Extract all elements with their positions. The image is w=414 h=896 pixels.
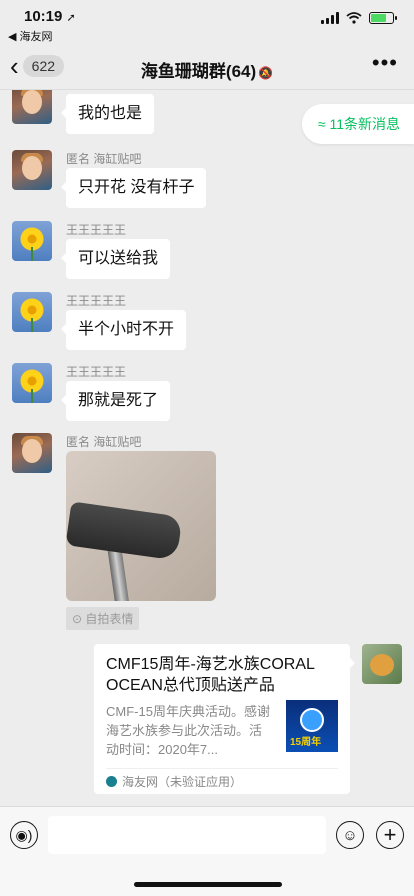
app-logo-icon (106, 776, 117, 787)
sender-name: 匿名 海缸贴吧 (66, 152, 142, 166)
source-label: 海友网（未验证应用） (122, 775, 243, 789)
new-messages-button[interactable]: ≈ 11条新消息 (301, 104, 414, 144)
sender-name: 王王王王王 (66, 294, 127, 308)
clock-text: 10:19 (24, 8, 63, 25)
message-text: 半个小时不开 (78, 321, 175, 338)
message-text: 只开花 没有杆子 (78, 179, 195, 196)
back-to-app-link[interactable]: ◀ 海友网 (8, 28, 53, 44)
message-list[interactable]: 我的也是 ≈ 11条新消息 匿名 海缸贴吧 只开花 没有杆子 王王王王王 可以送… (0, 90, 414, 806)
emoji-button[interactable]: ☺ (336, 821, 364, 849)
link-card-source: 海友网（未验证应用） (106, 768, 338, 790)
avatar[interactable] (12, 221, 52, 261)
status-bar: 10:19 ➚ ◀ 海友网 (0, 0, 414, 44)
new-messages-label: ≈ 11条新消息 (317, 116, 400, 132)
avatar[interactable] (12, 433, 52, 473)
avatar[interactable] (12, 90, 52, 124)
more-actions-button[interactable]: + (376, 821, 404, 849)
message-item: 匿名 海缸贴吧 ⊙ 自拍表情 (12, 433, 272, 633)
battery-fill (371, 14, 387, 22)
thumbnail-text: 15周年 (290, 737, 322, 748)
my-avatar[interactable] (362, 644, 402, 684)
chat-header: ‹ 622 海鱼珊瑚群(64) 🔕 ••• (0, 44, 414, 90)
location-arrow-icon: ➚ (66, 12, 76, 24)
group-name: 海鱼珊瑚群(64) (140, 62, 257, 81)
message-text: 那就是死了 (78, 392, 159, 409)
battery-icon (369, 12, 397, 24)
selfie-sticker-tag[interactable]: ⊙ 自拍表情 (66, 607, 140, 630)
sender-name: 王王王王王 (66, 223, 127, 237)
message-bubble[interactable]: 那就是死了 (60, 381, 171, 421)
message-input[interactable] (48, 816, 326, 854)
message-bubble[interactable]: 我的也是 (60, 94, 155, 134)
message-bubble[interactable]: 只开花 没有杆子 (60, 168, 207, 208)
message-text: 可以送给我 (78, 250, 159, 267)
hammer-sticker-image[interactable] (66, 451, 216, 601)
chat-title: 海鱼珊瑚群(64) 🔕 (0, 57, 414, 82)
more-options-button[interactable]: ••• (372, 50, 398, 76)
wifi-icon (346, 12, 362, 24)
cellular-signal-icon (321, 12, 339, 24)
link-card[interactable]: CMF15周年-海艺水族CORAL OCEAN总代顶贴送产品 CMF-15周年庆… (94, 644, 355, 794)
message-text: 我的也是 (78, 105, 143, 122)
message-bubble[interactable]: 可以送给我 (60, 239, 171, 279)
link-card-description: CMF-15周年庆典活动。感谢海艺水族参与此次活动。活动时间：2020年7... (106, 704, 270, 757)
status-icons (321, 12, 397, 24)
status-time: 10:19 ➚ (24, 8, 76, 25)
voice-input-button[interactable]: ◉) (10, 821, 38, 849)
avatar[interactable] (12, 363, 52, 403)
avatar[interactable] (12, 292, 52, 332)
link-card-thumbnail: 15周年 (286, 700, 338, 752)
sender-name: 王王王王王 (66, 365, 127, 379)
bell-slash-icon: 🔕 (258, 66, 274, 80)
avatar[interactable] (12, 150, 52, 190)
link-card-title: CMF15周年-海艺水族CORAL OCEAN总代顶贴送产品 (106, 656, 315, 694)
sender-name: 匿名 海缸贴吧 (66, 435, 142, 449)
message-bubble[interactable]: 半个小时不开 (60, 310, 187, 350)
home-indicator (134, 882, 282, 887)
